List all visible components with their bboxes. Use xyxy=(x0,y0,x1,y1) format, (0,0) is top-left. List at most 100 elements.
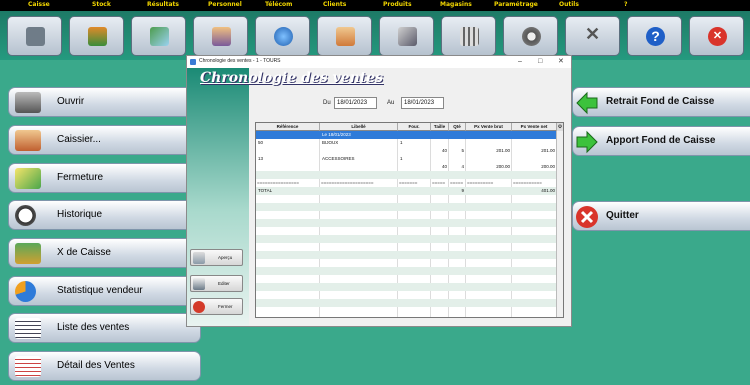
menu-produits[interactable]: Produits xyxy=(383,1,412,8)
cell-separator: ===== xyxy=(432,180,446,185)
detail-des-ventes-button[interactable]: Détail des Ventes xyxy=(8,351,201,381)
dialog-titlebar[interactable]: Chronologie des ventes - 1 - TOURS – □ ✕ xyxy=(187,56,571,68)
menu-caisse[interactable]: Caisse xyxy=(28,1,50,8)
menu-clients[interactable]: Clients xyxy=(323,1,346,8)
table-row[interactable]: 40 4 200.00 200.00 xyxy=(256,163,556,171)
menu-parametrage[interactable]: Paramétrage xyxy=(494,1,538,8)
menu-outils[interactable]: Outils xyxy=(559,1,579,8)
header-px-vente-brut[interactable]: Px Vente brut xyxy=(466,123,512,131)
header-four[interactable]: Four. xyxy=(398,123,431,131)
x-de-caisse-button[interactable]: X de Caisse xyxy=(8,238,201,268)
header-qte[interactable]: Qté xyxy=(449,123,466,131)
menu-telecom[interactable]: Télécom xyxy=(265,1,292,8)
cell-four: 1 xyxy=(400,140,403,145)
toolbar-telecom-button[interactable] xyxy=(255,16,310,56)
toolbar-help-button[interactable]: ? xyxy=(627,16,682,56)
to-date-field[interactable]: 18/01/2023 xyxy=(401,97,444,109)
fermeture-button[interactable]: Fermeture xyxy=(8,163,201,193)
toolbar-produits-button[interactable] xyxy=(379,16,434,56)
toolbar-personnel-button[interactable] xyxy=(193,16,248,56)
ouvrir-button[interactable]: Ouvrir xyxy=(8,87,201,117)
header-px-vente-net[interactable]: Px Vente net xyxy=(512,123,557,131)
fermer-button[interactable]: Fermer xyxy=(190,298,243,315)
cell-libelle: Le 18/01/2023 xyxy=(322,132,351,137)
row-shade xyxy=(256,171,556,179)
cell-separator: ===== xyxy=(450,180,464,185)
historique-button[interactable]: Historique xyxy=(8,200,201,230)
table-row[interactable]: 13 ACCESSOIRES 1 xyxy=(256,155,556,163)
dialog-title: Chronologie des ventes - 1 - TOURS xyxy=(199,58,281,64)
sales-table[interactable]: Référence Libellé Four. Taille Qté Px Ve… xyxy=(255,122,564,318)
caissier-button[interactable]: Caissier... xyxy=(8,125,201,155)
cash-register-icon xyxy=(26,27,45,46)
cell-qte: 5 xyxy=(461,148,464,153)
table-row[interactable]: Le 18/01/2023 xyxy=(256,131,556,139)
telecom-globe-icon xyxy=(274,27,293,46)
cell-total-label: TOTAL xyxy=(258,188,273,193)
row-shade xyxy=(256,299,556,307)
menu-help[interactable]: ? xyxy=(624,1,627,8)
clock-icon xyxy=(15,205,36,226)
apercu-button[interactable]: Aperçu xyxy=(190,249,243,266)
editer-button[interactable]: Editer xyxy=(190,275,243,292)
table-settings-icon[interactable]: ⚙ xyxy=(556,123,563,131)
cash-register-icon xyxy=(15,92,41,113)
toolbar-outils-button[interactable]: ✕ xyxy=(565,16,620,56)
cell-separator: ======= xyxy=(399,180,418,185)
cell-four: 1 xyxy=(400,156,403,161)
apercu-label: Aperçu xyxy=(218,255,233,260)
stores-building-icon xyxy=(460,27,479,46)
toolbar-caisse-button[interactable] xyxy=(7,16,62,56)
statistique-vendeur-button[interactable]: Statistique vendeur xyxy=(8,276,201,306)
cell-px-net: 200.00 xyxy=(541,164,555,169)
row-shade xyxy=(256,267,556,275)
menu-resultats[interactable]: Résultats xyxy=(147,1,179,8)
header-taille[interactable]: Taille xyxy=(431,123,449,131)
cell-separator: =========== xyxy=(513,180,542,185)
cell-taille: 40 xyxy=(441,164,447,169)
vertical-scrollbar[interactable] xyxy=(556,131,563,317)
header-reference[interactable]: Référence xyxy=(256,123,320,131)
retrait-fond-de-caisse-button[interactable]: Retrait Fond de Caisse xyxy=(572,87,750,117)
table-row[interactable]: 40 5 201.00 201.00 xyxy=(256,147,556,155)
retrait-fond-de-caisse-label: Retrait Fond de Caisse xyxy=(606,96,715,107)
personnel-icon xyxy=(212,27,231,46)
apport-fond-de-caisse-button[interactable]: Apport Fond de Caisse xyxy=(572,126,750,156)
fermeture-label: Fermeture xyxy=(57,172,104,183)
maximize-icon[interactable]: □ xyxy=(538,57,542,66)
row-shade xyxy=(256,283,556,291)
closing-cash-icon xyxy=(15,168,41,189)
toolbar-exit-button[interactable]: ✕ xyxy=(689,16,744,56)
close-icon xyxy=(576,206,598,228)
toolbar-magasins-button[interactable] xyxy=(441,16,496,56)
from-date-field[interactable]: 18/01/2023 xyxy=(334,97,377,109)
toolbar-stock-button[interactable] xyxy=(69,16,124,56)
apport-fond-de-caisse-label: Apport Fond de Caisse xyxy=(606,135,716,146)
cell-qte: 4 xyxy=(461,164,464,169)
liste-des-ventes-button[interactable]: Liste des ventes xyxy=(8,313,201,343)
cell-reference: 50 xyxy=(258,140,264,145)
toolbar-clients-button[interactable] xyxy=(317,16,372,56)
fermer-label: Fermer xyxy=(218,304,233,309)
quitter-button[interactable]: Quitter xyxy=(572,201,750,231)
table-row[interactable]: ================ ==================== ==… xyxy=(256,179,556,187)
menu-stock[interactable]: Stock xyxy=(92,1,111,8)
list-icon xyxy=(15,318,41,339)
menu-magasins[interactable]: Magasins xyxy=(440,1,472,8)
exit-icon: ✕ xyxy=(708,27,727,46)
settings-gear-icon xyxy=(522,27,541,46)
table-row[interactable]: 50 BIJOUX 1 xyxy=(256,139,556,147)
printer-icon xyxy=(193,278,205,290)
toolbar-parametrage-button[interactable] xyxy=(503,16,558,56)
menu-personnel[interactable]: Personnel xyxy=(208,1,242,8)
detail-list-icon xyxy=(15,356,41,377)
toolbar-resultats-button[interactable] xyxy=(131,16,186,56)
cell-separator: ========== xyxy=(467,180,494,185)
from-label: Du xyxy=(323,100,331,106)
header-libelle[interactable]: Libellé xyxy=(320,123,398,131)
minimize-icon[interactable]: – xyxy=(518,57,522,66)
close-window-icon[interactable]: ✕ xyxy=(558,57,564,66)
dialog-heading: Chronologie des ventes xyxy=(200,70,384,86)
table-row-total[interactable]: TOTAL 9 401.00 xyxy=(256,187,556,195)
ouvrir-label: Ouvrir xyxy=(57,96,85,107)
